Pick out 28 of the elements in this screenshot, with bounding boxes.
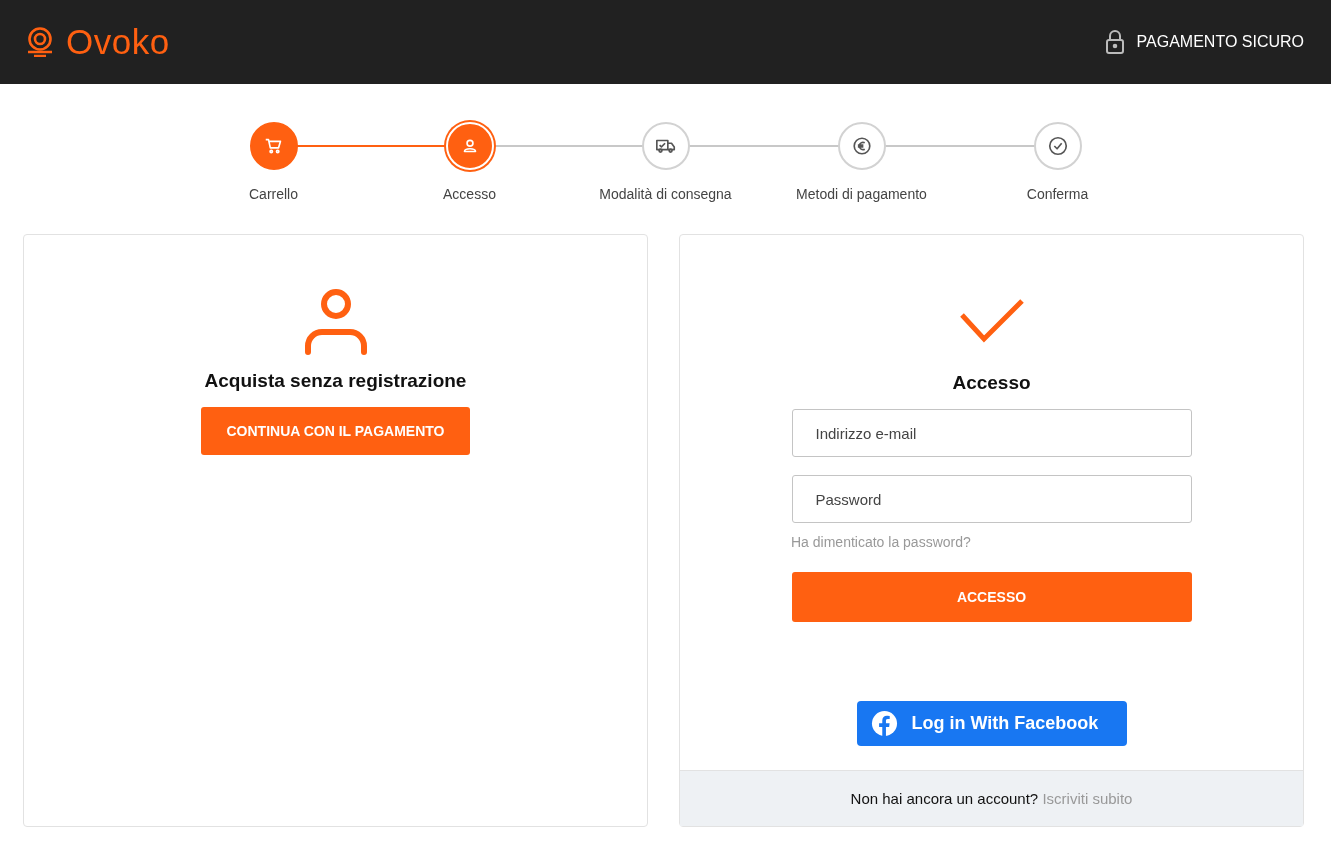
facebook-login-button[interactable]: Log in With Facebook bbox=[856, 701, 1127, 746]
logo-icon bbox=[26, 27, 54, 57]
step-label: Accesso bbox=[443, 186, 496, 202]
step-circle[interactable] bbox=[249, 122, 298, 170]
step-circle[interactable] bbox=[1033, 122, 1082, 170]
lock-icon bbox=[1104, 30, 1125, 54]
checkmark-icon bbox=[959, 297, 1024, 345]
secure-payment-label: PAGAMENTO SICURO bbox=[1136, 33, 1304, 51]
step-circle[interactable] bbox=[641, 122, 690, 170]
login-button[interactable]: ACCESSO bbox=[791, 572, 1192, 622]
continue-payment-button[interactable]: CONTINUA CON IL PAGAMENTO bbox=[201, 407, 470, 455]
step-label: Carrello bbox=[249, 186, 298, 202]
euro-icon bbox=[850, 135, 873, 157]
password-field[interactable]: Password bbox=[791, 475, 1192, 523]
no-account-text: Non hai ancora un account? bbox=[850, 790, 1039, 807]
guest-title: Acquista senza registrazione bbox=[204, 370, 467, 392]
facebook-icon bbox=[870, 710, 898, 737]
person-icon bbox=[303, 288, 368, 356]
login-title: Accesso bbox=[952, 372, 1031, 394]
forgot-password-link[interactable]: Ha dimenticato la password? bbox=[791, 534, 971, 550]
step-label: Metodi di pagamento bbox=[796, 186, 927, 202]
email-field[interactable]: Indirizzo e-mail bbox=[791, 409, 1192, 457]
step-label: Modalità di consegna bbox=[599, 186, 732, 202]
check-icon bbox=[1046, 135, 1069, 157]
step-circle[interactable] bbox=[837, 122, 886, 170]
brand-name[interactable]: Ovoko bbox=[66, 22, 170, 62]
signup-link[interactable]: Iscriviti subito bbox=[1042, 790, 1133, 807]
step-label: Conferma bbox=[1026, 186, 1089, 202]
